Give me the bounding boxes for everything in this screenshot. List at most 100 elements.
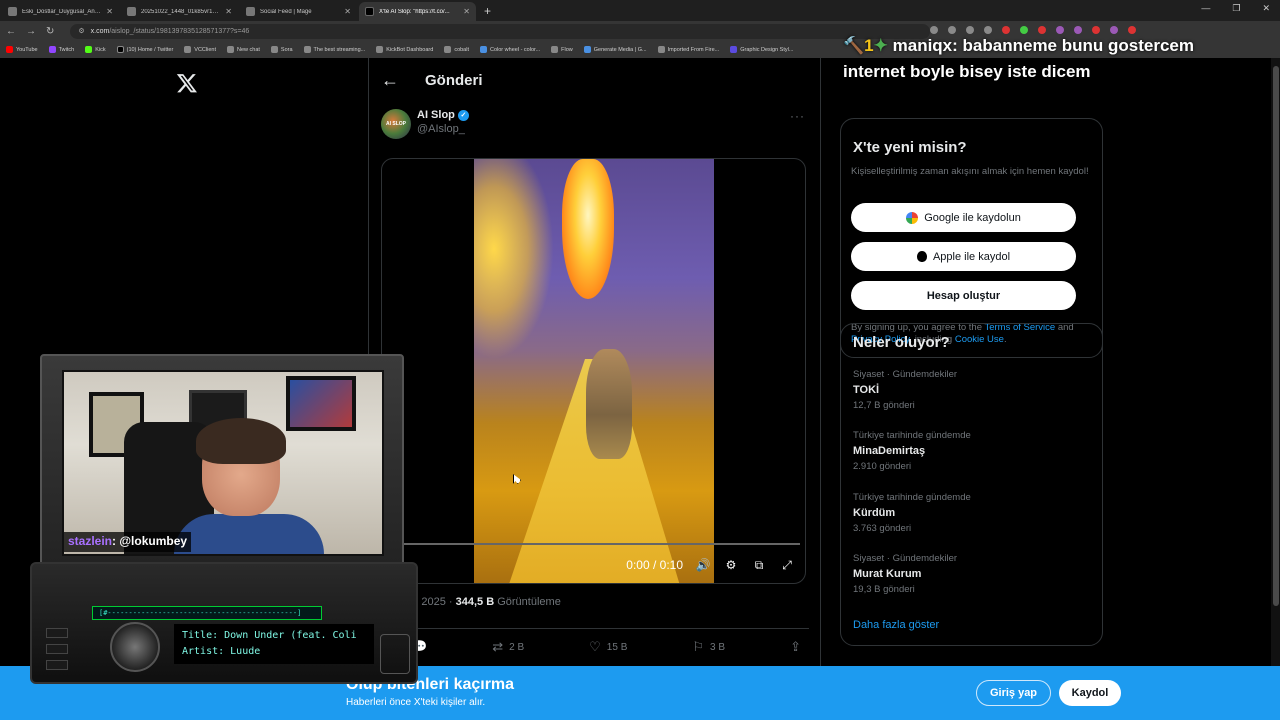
url-field[interactable]: ⚙ x.com/aislop_/status/19813978351285713… (70, 23, 931, 39)
maximize-icon[interactable]: ❐ (1232, 3, 1240, 14)
bookmark-label: (10) Home / Twitter (126, 46, 174, 53)
signup-description: Kişiselleştirilmiş zaman akışını almak i… (851, 166, 1089, 177)
author-name-row[interactable]: AI Slop ✓ (417, 109, 469, 121)
browser-tab-active[interactable]: X'te AI Slop: "https://t.co/... ✕ (359, 2, 476, 21)
video-controls: 0:00 / 0:10 🔊 ⚙ ⧉ ⤢ (626, 557, 795, 573)
bookmark-label: New chat (236, 46, 260, 53)
browser-tab-2[interactable]: 20251022_1448_01k85vr1xmq... ✕ (121, 2, 238, 21)
post-header: ← Gönderi (381, 70, 483, 91)
bookmark-item[interactable]: Flow (551, 46, 573, 53)
bookmark-item[interactable]: Twitch (48, 46, 74, 53)
heart-icon: ♡ (589, 639, 601, 654)
browser-tab-1[interactable]: Eski_Dostlar_Duygusal_Ans.m... ✕ (2, 2, 119, 21)
new-tab-button[interactable]: + (484, 2, 491, 21)
bookmark-label: YouTube (16, 46, 38, 53)
more-options-icon[interactable]: ··· (790, 109, 805, 123)
folder-icon (657, 46, 665, 53)
apple-signup-button[interactable]: Apple ile kaydol (851, 242, 1076, 271)
signup-title: X'te yeni misin? (853, 139, 967, 156)
bookmark-item[interactable]: VCClient (184, 46, 216, 53)
video-flame (562, 159, 614, 299)
x-icon (116, 46, 124, 53)
bookmark-item[interactable]: (10) Home / Twitter (116, 46, 174, 53)
bookmark-item[interactable]: Color wheel - color... (480, 46, 540, 53)
trend-count: 2.910 gönderi (853, 461, 912, 472)
bookmark-item[interactable]: Imported From Fire... (657, 46, 719, 53)
bookmark-item[interactable]: KickBot Dashboard (376, 46, 433, 53)
google-icon (906, 211, 919, 224)
video-player[interactable]: 0:00 / 0:10 🔊 ⚙ ⧉ ⤢ (381, 158, 806, 584)
now-playing-display: Title: Down Under (feat. Coli Artist: Lu… (174, 624, 374, 664)
bookmark-label: Generate Media | G... (593, 46, 647, 53)
close-tab-icon[interactable]: ✕ (225, 7, 232, 16)
webcam-feed: stazlein: @lokumbey (62, 370, 384, 556)
browser-tab-3[interactable]: Social Feed | Mage ✕ (240, 2, 357, 21)
show-more-link[interactable]: Daha fazla göster (853, 619, 939, 631)
minimize-icon[interactable]: — (1201, 3, 1210, 14)
share-button[interactable]: ⇪ (790, 639, 801, 655)
login-button[interactable]: Giriş yap (976, 680, 1051, 706)
trend-context: Türkiye tarihinde gündemde (853, 430, 971, 441)
tab-title: Social Feed | Mage (260, 8, 312, 15)
trends-title: Neler oluyor? (853, 334, 950, 351)
bookmark-item[interactable]: Sora (270, 46, 293, 53)
tab-title: Eski_Dostlar_Duygusal_Ans.m... (22, 8, 102, 15)
author-handle[interactable]: @AIslop_ (417, 123, 469, 135)
page-title: Gönderi (425, 72, 483, 89)
google-signup-button[interactable]: Google ile kaydolun (851, 203, 1076, 232)
close-window-icon[interactable]: ✕ (1262, 3, 1270, 14)
tab-favicon-icon (8, 7, 17, 16)
trend-name: Murat Kurum (853, 568, 922, 580)
video-frame[interactable] (474, 159, 714, 583)
views-count: 344,5 B (455, 596, 495, 608)
settings-gear-icon[interactable]: ⚙ (723, 557, 739, 573)
trend-item[interactable]: Siyaset · Gündemdekiler TOKİ 12,7 B gönder… (853, 369, 1093, 411)
trend-item[interactable]: Türkiye tarihinde gündemde MinaDemirtaş 2.… (853, 430, 1093, 472)
create-account-button[interactable]: Hesap oluştur (851, 281, 1076, 310)
create-account-label: Hesap oluştur (926, 289, 1001, 302)
trend-item[interactable]: Siyaset · Gündemdekiler Murat Kurum 19,3 B… (853, 553, 1093, 595)
bookmark-item[interactable]: New chat (226, 46, 260, 53)
bookmark-button[interactable]: ⚐ 3 B (692, 639, 725, 655)
bookmark-item[interactable]: Graphic Design Styl... (730, 46, 793, 53)
close-tab-icon[interactable]: ✕ (344, 7, 351, 16)
bookmark-item[interactable]: cobalt (444, 46, 469, 53)
author-name: AI Slop (417, 109, 455, 121)
bookmark-item[interactable]: Kick (85, 46, 106, 53)
back-nav-icon[interactable]: ← (6, 26, 16, 37)
x-logo-icon[interactable] (176, 72, 198, 94)
repost-button[interactable]: ⇄ 2 B (492, 639, 524, 655)
trend-item[interactable]: Türkiye tarihinde gündemde Kürdüm 3.763 gö… (853, 492, 1093, 534)
forward-nav-icon[interactable]: → (26, 26, 36, 37)
reload-icon[interactable]: ↻ (46, 26, 54, 37)
bookmark-item[interactable]: YouTube (6, 46, 38, 53)
bookmark-icon (730, 46, 738, 53)
like-count: 15 B (606, 641, 628, 653)
scrollbar-thumb[interactable] (1273, 66, 1279, 606)
bookmark-item[interactable]: The best streaming... (303, 46, 365, 53)
window-controls: — ❐ ✕ (1201, 3, 1270, 14)
page-scrollbar[interactable] (1271, 58, 1280, 720)
chat-line-1: 🔨1✦ maniqx: babanneme bunu gostercem (843, 36, 1194, 55)
like-button[interactable]: ♡ 15 B (589, 639, 627, 655)
close-tab-icon[interactable]: ✕ (463, 7, 470, 16)
back-arrow-icon[interactable]: ← (381, 70, 399, 91)
streamer-hair (196, 418, 286, 464)
fullscreen-icon[interactable]: ⤢ (779, 557, 795, 573)
trends-panel: Neler oluyor? Siyaset · Gündemdekiler TOK… (840, 323, 1103, 646)
site-info-icon[interactable]: ⚙ (78, 27, 84, 35)
bookmark-label: cobalt (454, 46, 469, 53)
bookmark-item[interactable]: Generate Media | G... (583, 46, 647, 53)
video-subject (586, 349, 632, 459)
kick-icon (85, 46, 93, 53)
close-tab-icon[interactable]: ✕ (106, 7, 113, 16)
x-favicon-icon (365, 7, 374, 16)
pip-icon[interactable]: ⧉ (751, 557, 767, 573)
video-progress-bar[interactable] (402, 543, 800, 545)
avatar[interactable]: AI SLOP (381, 109, 411, 139)
trend-count: 19,3 B gönderi (853, 584, 915, 595)
volume-icon[interactable]: 🔊 (695, 557, 711, 573)
chat-line-2: internet boyle bisey iste dicem (843, 62, 1091, 81)
views-label: Görüntüleme (497, 596, 561, 608)
banner-signup-button[interactable]: Kaydol (1059, 680, 1121, 706)
